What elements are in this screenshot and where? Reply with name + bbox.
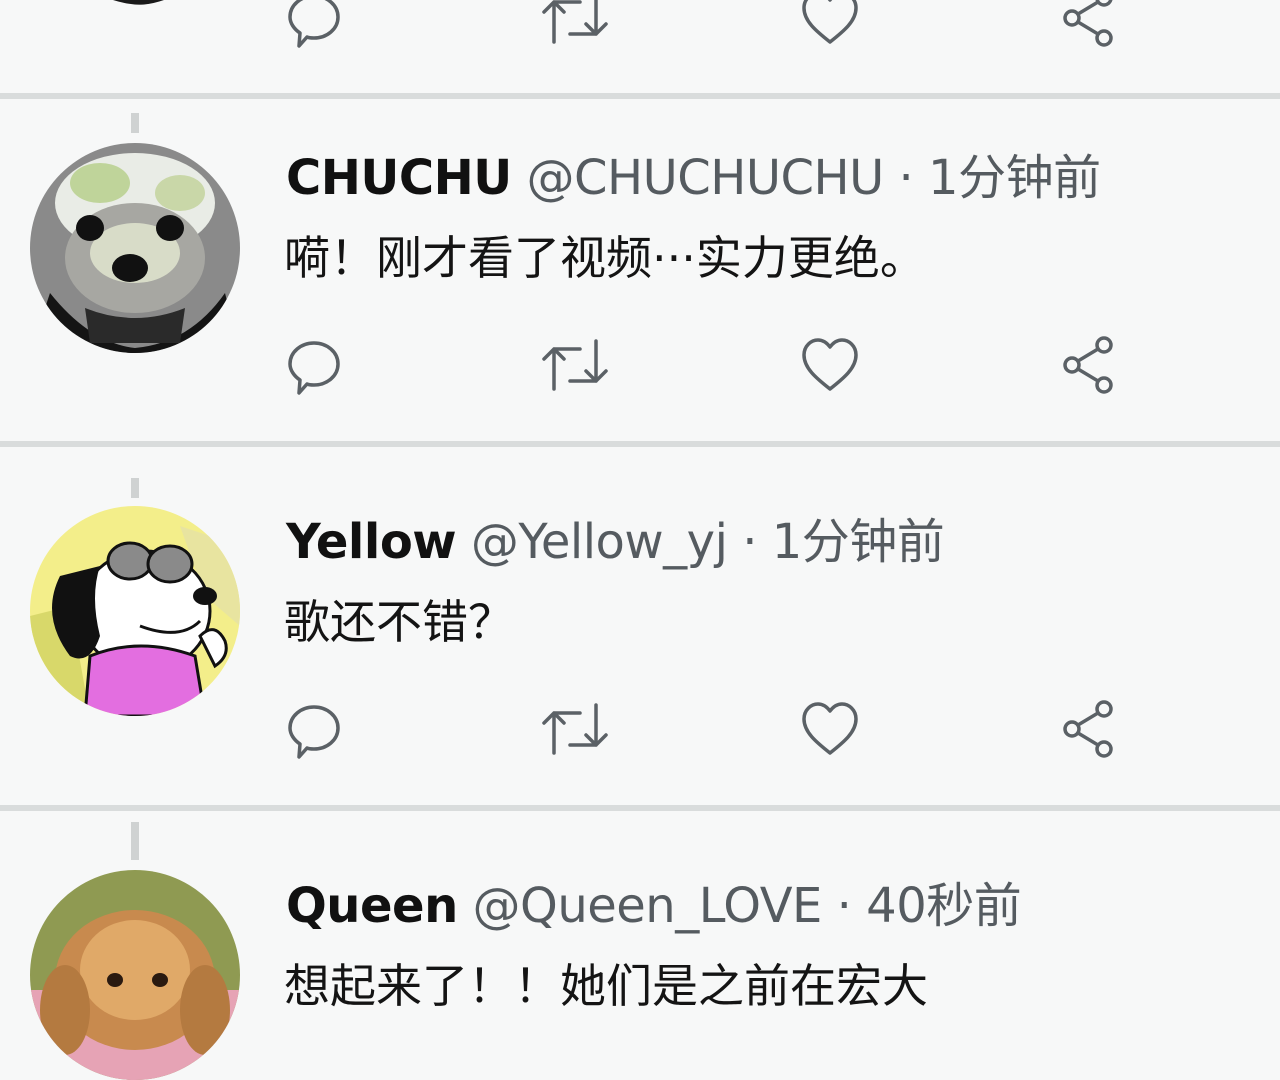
reply-button[interactable]	[284, 335, 344, 395]
separator: ·	[898, 150, 914, 206]
share-button[interactable]	[1060, 0, 1120, 48]
tweet-actions	[0, 699, 1280, 759]
reply-button[interactable]	[284, 0, 344, 48]
retweet-icon	[542, 339, 608, 391]
reply-button[interactable]	[284, 699, 344, 759]
share-icon	[1063, 700, 1113, 758]
retweet-button[interactable]	[540, 699, 610, 759]
avatar[interactable]	[30, 506, 240, 716]
tweet-header: Queen @Queen_LOVE · 40秒前	[286, 878, 1022, 934]
retweet-button[interactable]	[540, 0, 610, 48]
tweet-text: 歌还不错？	[284, 595, 514, 649]
display-name[interactable]: Queen	[286, 878, 458, 934]
tweet-text: 想起来了！！她们是之前在宏大	[284, 959, 928, 1013]
poodle-avatar-gray-icon	[30, 143, 240, 353]
divider	[0, 441, 1280, 447]
separator: ·	[742, 514, 757, 570]
tweet-text: 嗬！刚才看了视频···实力更绝。	[284, 231, 926, 285]
timestamp[interactable]: 1分钟前	[772, 514, 945, 570]
thread-line	[131, 113, 139, 133]
display-name[interactable]: CHUCHU	[286, 150, 512, 206]
separator: ·	[836, 878, 852, 934]
retweet-button[interactable]	[540, 335, 610, 395]
reply-icon	[288, 341, 340, 395]
share-icon	[1063, 0, 1113, 47]
user-handle[interactable]: @Yellow_yj	[471, 514, 728, 570]
reply-icon	[288, 705, 340, 759]
snoopy-avatar-icon	[30, 506, 240, 716]
divider	[0, 805, 1280, 811]
tweet-actions	[0, 335, 1280, 395]
share-icon	[1063, 336, 1113, 394]
user-handle[interactable]: @Queen_LOVE	[473, 878, 823, 934]
like-button[interactable]	[800, 0, 860, 48]
reply-icon	[288, 0, 340, 48]
tweet-feed: CHUCHU @CHUCHUCHU · 1分钟前 嗬！刚才看了视频···实力更绝…	[0, 0, 1280, 1080]
divider	[0, 93, 1280, 99]
display-name[interactable]: Yellow	[286, 514, 457, 570]
like-button[interactable]	[800, 335, 860, 395]
like-icon	[802, 702, 858, 755]
poodle-avatar-brown-icon	[30, 870, 240, 1080]
retweet-icon	[542, 703, 608, 755]
user-handle[interactable]: @CHUCHUCHU	[527, 150, 885, 206]
tweet-header: Yellow @Yellow_yj · 1分钟前	[286, 514, 945, 570]
thread-line	[131, 822, 139, 860]
avatar[interactable]	[30, 143, 240, 353]
like-button[interactable]	[800, 699, 860, 759]
share-button[interactable]	[1060, 335, 1120, 395]
tweet-header: CHUCHU @CHUCHUCHU · 1分钟前	[286, 150, 1101, 206]
share-button[interactable]	[1060, 699, 1120, 759]
avatar[interactable]	[30, 870, 240, 1080]
like-icon	[802, 338, 858, 391]
timestamp[interactable]: 40秒前	[866, 878, 1022, 934]
timestamp[interactable]: 1分钟前	[928, 150, 1101, 206]
tweet-actions	[0, 0, 1280, 48]
retweet-icon	[542, 0, 608, 44]
thread-line	[131, 478, 139, 498]
like-icon	[802, 0, 858, 44]
